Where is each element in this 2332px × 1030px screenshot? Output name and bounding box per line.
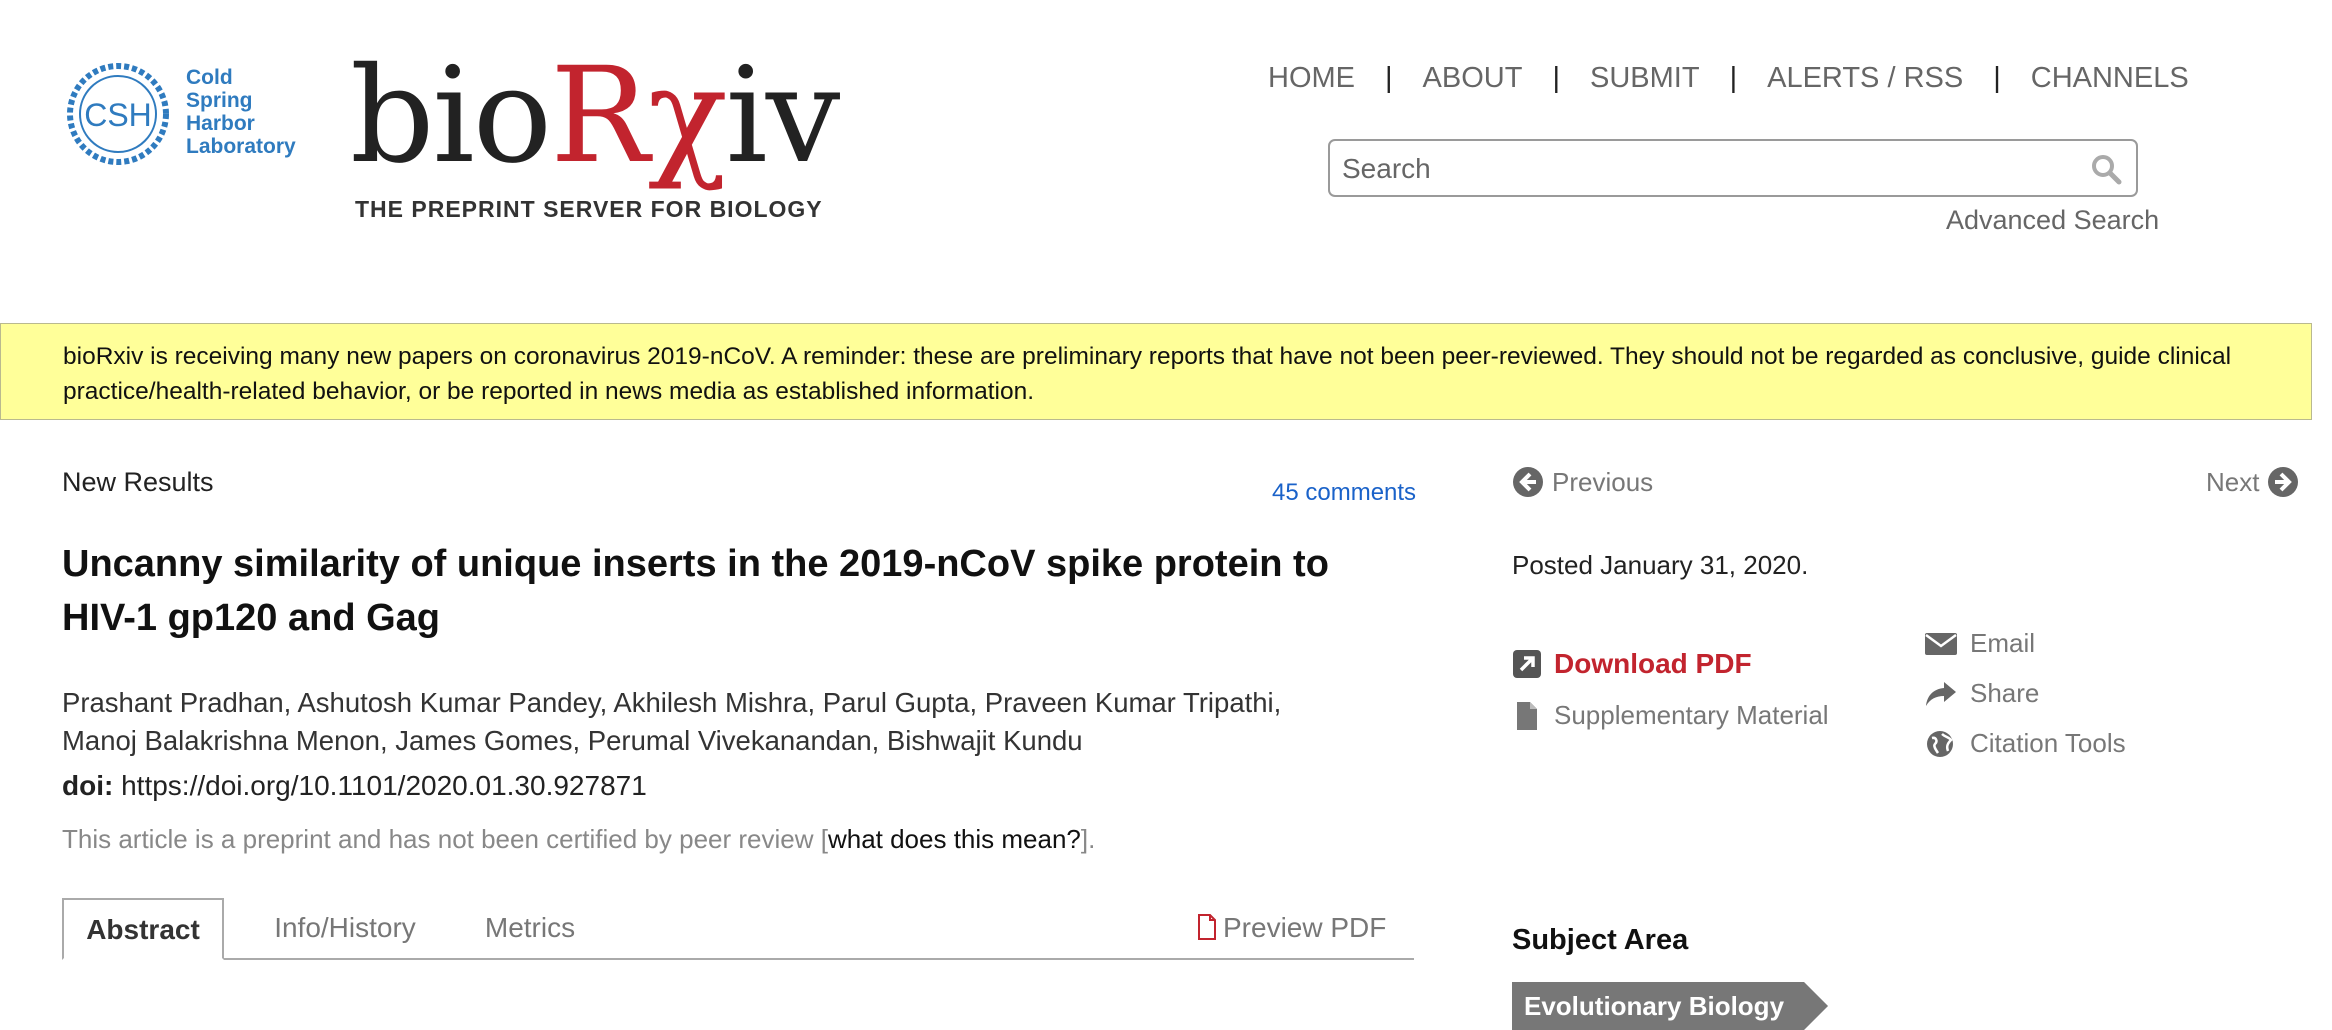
nav-separator: | xyxy=(1993,62,2001,94)
arrow-right-circle-icon xyxy=(2268,467,2299,497)
share-arrow-icon xyxy=(1926,681,1956,706)
nav-submit[interactable]: SUBMIT xyxy=(1590,62,1700,95)
share-label: Share xyxy=(1970,678,2040,708)
tab-abstract[interactable]: Abstract xyxy=(62,898,224,960)
download-pdf-label: Download PDF xyxy=(1554,648,1752,679)
tab-metrics[interactable]: Metrics xyxy=(470,898,590,958)
external-link-icon xyxy=(1513,650,1541,678)
globe-icon xyxy=(1927,730,1953,757)
doi-line: doi: https://doi.org/10.1101/2020.01.30.… xyxy=(62,770,647,802)
authors-line[interactable]: Prashant Pradhan, Ashutosh Kumar Pandey,… xyxy=(62,684,1362,722)
doi-label: doi: xyxy=(62,770,114,801)
csh-line: Laboratory xyxy=(186,135,296,158)
email-link[interactable]: Email xyxy=(1924,628,2035,659)
email-label: Email xyxy=(1970,628,2036,658)
search-icon[interactable] xyxy=(2090,153,2122,185)
notice-text: bioRxiv is receiving many new papers on … xyxy=(63,343,2232,405)
author-list: Prashant Pradhan, Ashutosh Kumar Pandey,… xyxy=(62,684,1362,760)
envelope-icon xyxy=(1925,632,1957,655)
what-does-this-mean-link[interactable]: what does this mean? xyxy=(828,824,1081,854)
biorxiv-logo[interactable]: bioRχiv xyxy=(350,50,840,182)
csh-line: Spring xyxy=(186,89,253,112)
download-pdf-button[interactable]: Download PDF xyxy=(1512,648,1752,680)
article-title: Uncanny similarity of unique inserts in … xyxy=(62,543,1329,639)
preprint-note-text: This article is a preprint and has not b… xyxy=(62,824,828,854)
share-link[interactable]: Share xyxy=(1924,678,2039,709)
supplementary-label: Supplementary Material xyxy=(1554,700,1829,730)
supplementary-material-link[interactable]: Supplementary Material xyxy=(1512,700,1829,731)
comments-link[interactable]: 45 comments xyxy=(1272,479,1416,507)
csh-abbrev: CSH xyxy=(84,97,152,133)
document-icon xyxy=(1517,701,1537,730)
wordmark-part: iv xyxy=(725,39,841,193)
search-input[interactable] xyxy=(1340,149,2084,189)
search-box xyxy=(1328,139,2138,197)
nav-channels[interactable]: CHANNELS xyxy=(2031,62,2189,95)
arrow-left-circle-icon xyxy=(1513,467,1543,497)
subject-area-heading: Subject Area xyxy=(1512,924,1689,956)
citation-tools-label: Citation Tools xyxy=(1970,728,2126,758)
article-tabs: Abstract Info/History Metrics Preview PD… xyxy=(62,898,1414,960)
nav-separator: | xyxy=(1385,62,1393,94)
wordmark-part: bio xyxy=(350,39,552,193)
preview-pdf-label: Preview PDF xyxy=(1223,912,1387,943)
csh-line: Cold xyxy=(186,66,233,89)
top-navigation: HOME | ABOUT | SUBMIT | ALERTS / RSS | C… xyxy=(1268,62,2189,95)
doi-link[interactable]: https://doi.org/10.1101/2020.01.30.92787… xyxy=(121,770,647,801)
authors-line[interactable]: Manoj Balakrishna Menon, James Gomes, Pe… xyxy=(62,722,1362,760)
csh-logo[interactable]: CSH Cold Spring Harbor Laboratory xyxy=(64,60,304,175)
nav-home[interactable]: HOME xyxy=(1268,62,1355,95)
nav-alerts-rss[interactable]: ALERTS / RSS xyxy=(1767,62,1963,95)
next-link[interactable]: Next xyxy=(2206,466,2299,498)
csh-name: Cold Spring Harbor Laboratory xyxy=(186,66,296,158)
wordmark-part-red: Rχ xyxy=(550,39,727,193)
csh-emblem-icon: CSH xyxy=(67,63,169,165)
citation-tools-link[interactable]: Citation Tools xyxy=(1924,728,2126,759)
article-type: New Results xyxy=(62,467,214,497)
previous-label: Previous xyxy=(1552,466,1654,497)
nav-about[interactable]: ABOUT xyxy=(1423,62,1523,95)
notice-banner: bioRxiv is receiving many new papers on … xyxy=(0,323,2312,420)
nav-separator: | xyxy=(1729,62,1738,94)
subject-tag[interactable]: Evolutionary Biology xyxy=(1512,982,1828,1030)
preprint-note: This article is a preprint and has not b… xyxy=(62,824,1095,855)
tab-info-history[interactable]: Info/History xyxy=(270,898,420,958)
preview-pdf-link[interactable]: Preview PDF xyxy=(1197,898,1386,958)
preprint-note-text: ]. xyxy=(1080,824,1096,854)
previous-link[interactable]: Previous xyxy=(1512,466,1653,498)
tagline: THE PREPRINT SERVER FOR BIOLOGY xyxy=(355,196,823,222)
csh-line: Harbor xyxy=(186,112,255,135)
next-label: Next xyxy=(2206,466,2260,497)
nav-separator: | xyxy=(1552,62,1560,94)
posted-date: Posted January 31, 2020. xyxy=(1512,550,1809,580)
advanced-search-link[interactable]: Advanced Search xyxy=(1946,205,2159,236)
pdf-file-icon xyxy=(1198,914,1216,940)
